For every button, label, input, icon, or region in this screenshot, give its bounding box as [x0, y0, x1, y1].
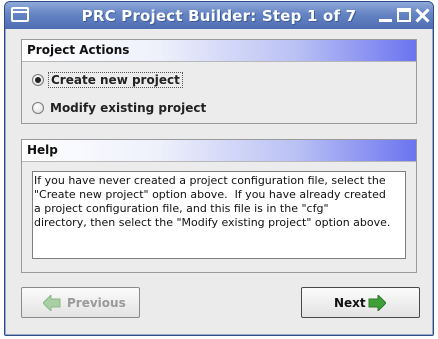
help-text-area: If you have never created a project conf… [32, 171, 406, 259]
help-panel: Help If you have never created a project… [21, 139, 417, 273]
minimize-icon[interactable] [378, 8, 393, 23]
help-header: Help [22, 140, 416, 162]
modify-existing-project-label[interactable]: Modify existing project [50, 101, 206, 115]
right-arrow-icon [368, 295, 386, 311]
project-actions-panel: Project Actions Create new project Modif… [21, 39, 417, 124]
window-title: PRC Project Builder: Step 1 of 7 [81, 7, 357, 25]
create-new-project-label[interactable]: Create new project [48, 72, 183, 88]
close-icon[interactable] [415, 8, 429, 22]
maximize-icon[interactable] [397, 8, 411, 22]
left-arrow-icon [43, 295, 61, 311]
title-bar[interactable]: PRC Project Builder: Step 1 of 7 [5, 2, 433, 29]
previous-label: Previous [67, 296, 126, 310]
previous-button[interactable]: Previous [21, 287, 140, 318]
modify-existing-project-radio[interactable] [32, 102, 44, 114]
create-new-project-radio[interactable] [32, 74, 44, 86]
wizard-window: PRC Project Builder: Step 1 of 7 Project… [4, 1, 434, 336]
next-button[interactable]: Next [301, 287, 420, 318]
project-actions-header: Project Actions [22, 40, 416, 62]
next-label: Next [334, 296, 366, 310]
